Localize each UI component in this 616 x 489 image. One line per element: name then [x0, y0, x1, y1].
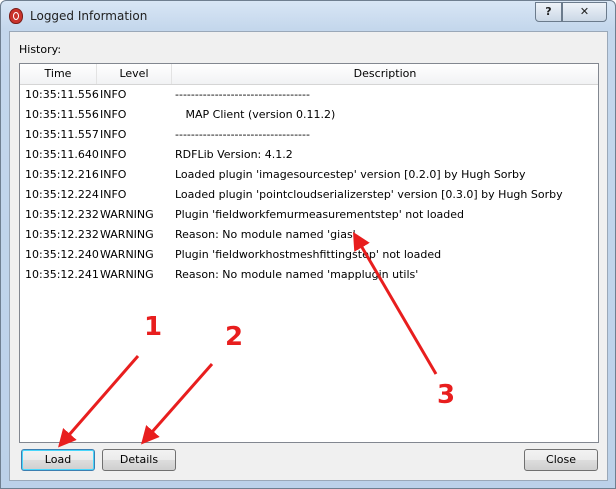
- load-button[interactable]: Load: [21, 449, 95, 471]
- cell-time: 10:35:12.232: [25, 208, 99, 221]
- column-header-level[interactable]: Level: [97, 64, 172, 84]
- table-row[interactable]: 10:35:12.232 WARNING Plugin 'fieldworkfemu…: [20, 205, 598, 225]
- cell-description: Reason: No module named 'gias': [175, 228, 356, 241]
- table-row[interactable]: 10:35:12.241 WARNING Reason: No module nam…: [20, 265, 598, 285]
- cell-level: WARNING: [100, 228, 154, 241]
- cell-description: Reason: No module named 'mapplugin utils…: [175, 268, 419, 281]
- cell-description: Plugin 'fieldworkfemurmeasurementstep' n…: [175, 208, 465, 221]
- table-row[interactable]: 10:35:12.232 WARNING Reason: No module nam…: [20, 225, 598, 245]
- dialog-body: History: Time Level Description 10:35:11…: [9, 31, 608, 481]
- table-row[interactable]: 10:35:11.557 INFO ------------------------…: [20, 125, 598, 145]
- history-label: History:: [19, 43, 62, 56]
- cell-level: INFO: [100, 128, 127, 141]
- cell-level: INFO: [100, 188, 127, 201]
- close-button[interactable]: Close: [524, 449, 598, 471]
- table-row[interactable]: 10:35:11.556 INFO ------------------------…: [20, 85, 598, 105]
- cell-description: MAP Client (version 0.11.2): [175, 108, 336, 121]
- help-button[interactable]: ?: [535, 2, 562, 22]
- cell-description: RDFLib Version: 4.1.2: [175, 148, 293, 161]
- annotation-label-2: 2: [225, 322, 244, 352]
- cell-time: 10:35:12.240: [25, 248, 99, 261]
- cell-description: ----------------------------------: [175, 88, 310, 101]
- cell-description: ----------------------------------: [175, 128, 310, 141]
- column-header-description[interactable]: Description: [172, 64, 598, 84]
- cell-description: Plugin 'fieldworkhostmeshfittingstep' no…: [175, 248, 442, 261]
- table-row[interactable]: 10:35:12.240 WARNING Plugin 'fieldworkhost…: [20, 245, 598, 265]
- cell-time: 10:35:12.216: [25, 168, 99, 181]
- cell-level: INFO: [100, 88, 127, 101]
- cell-description: Loaded plugin 'pointcloudserializerstep'…: [175, 188, 563, 201]
- column-header-time[interactable]: Time: [20, 64, 97, 84]
- cell-time: 10:35:11.556: [25, 88, 99, 101]
- table-row[interactable]: 10:35:12.224 INFO Loaded plugin 'pointclou…: [20, 185, 598, 205]
- log-table[interactable]: Time Level Description 10:35:11.556 INFO -…: [19, 63, 599, 443]
- table-row[interactable]: 10:35:11.640 INFO RDFLib Version: 4.1.2: [20, 145, 598, 165]
- window-close-button[interactable]: ✕: [562, 2, 607, 22]
- window-title: Logged Information: [30, 9, 148, 23]
- cell-level: INFO: [100, 108, 127, 121]
- cell-time: 10:35:11.640: [25, 148, 99, 161]
- cell-level: INFO: [100, 168, 127, 181]
- cell-description: Loaded plugin 'imagesourcestep' version …: [175, 168, 526, 181]
- title-bar[interactable]: Logged Information ? ✕: [1, 1, 615, 31]
- cell-time: 10:35:12.232: [25, 228, 99, 241]
- cell-level: WARNING: [100, 248, 154, 261]
- annotation-label-3: 3: [437, 380, 456, 410]
- cell-level: INFO: [100, 148, 127, 161]
- app-logo-icon: [9, 8, 23, 24]
- cell-level: WARNING: [100, 208, 154, 221]
- cell-level: WARNING: [100, 268, 154, 281]
- cell-time: 10:35:11.556: [25, 108, 99, 121]
- details-button[interactable]: Details: [102, 449, 176, 471]
- table-row[interactable]: 10:35:12.216 INFO Loaded plugin 'imagesour…: [20, 165, 598, 185]
- cell-time: 10:35:12.241: [25, 268, 99, 281]
- cell-time: 10:35:11.557: [25, 128, 99, 141]
- table-header: Time Level Description: [20, 64, 598, 85]
- annotation-label-1: 1: [144, 312, 163, 342]
- table-row[interactable]: 10:35:11.556 INFO MAP Client (version 0.1…: [20, 105, 598, 125]
- logged-information-dialog: Logged Information ? ✕ History: Time Lev…: [0, 0, 616, 489]
- cell-time: 10:35:12.224: [25, 188, 99, 201]
